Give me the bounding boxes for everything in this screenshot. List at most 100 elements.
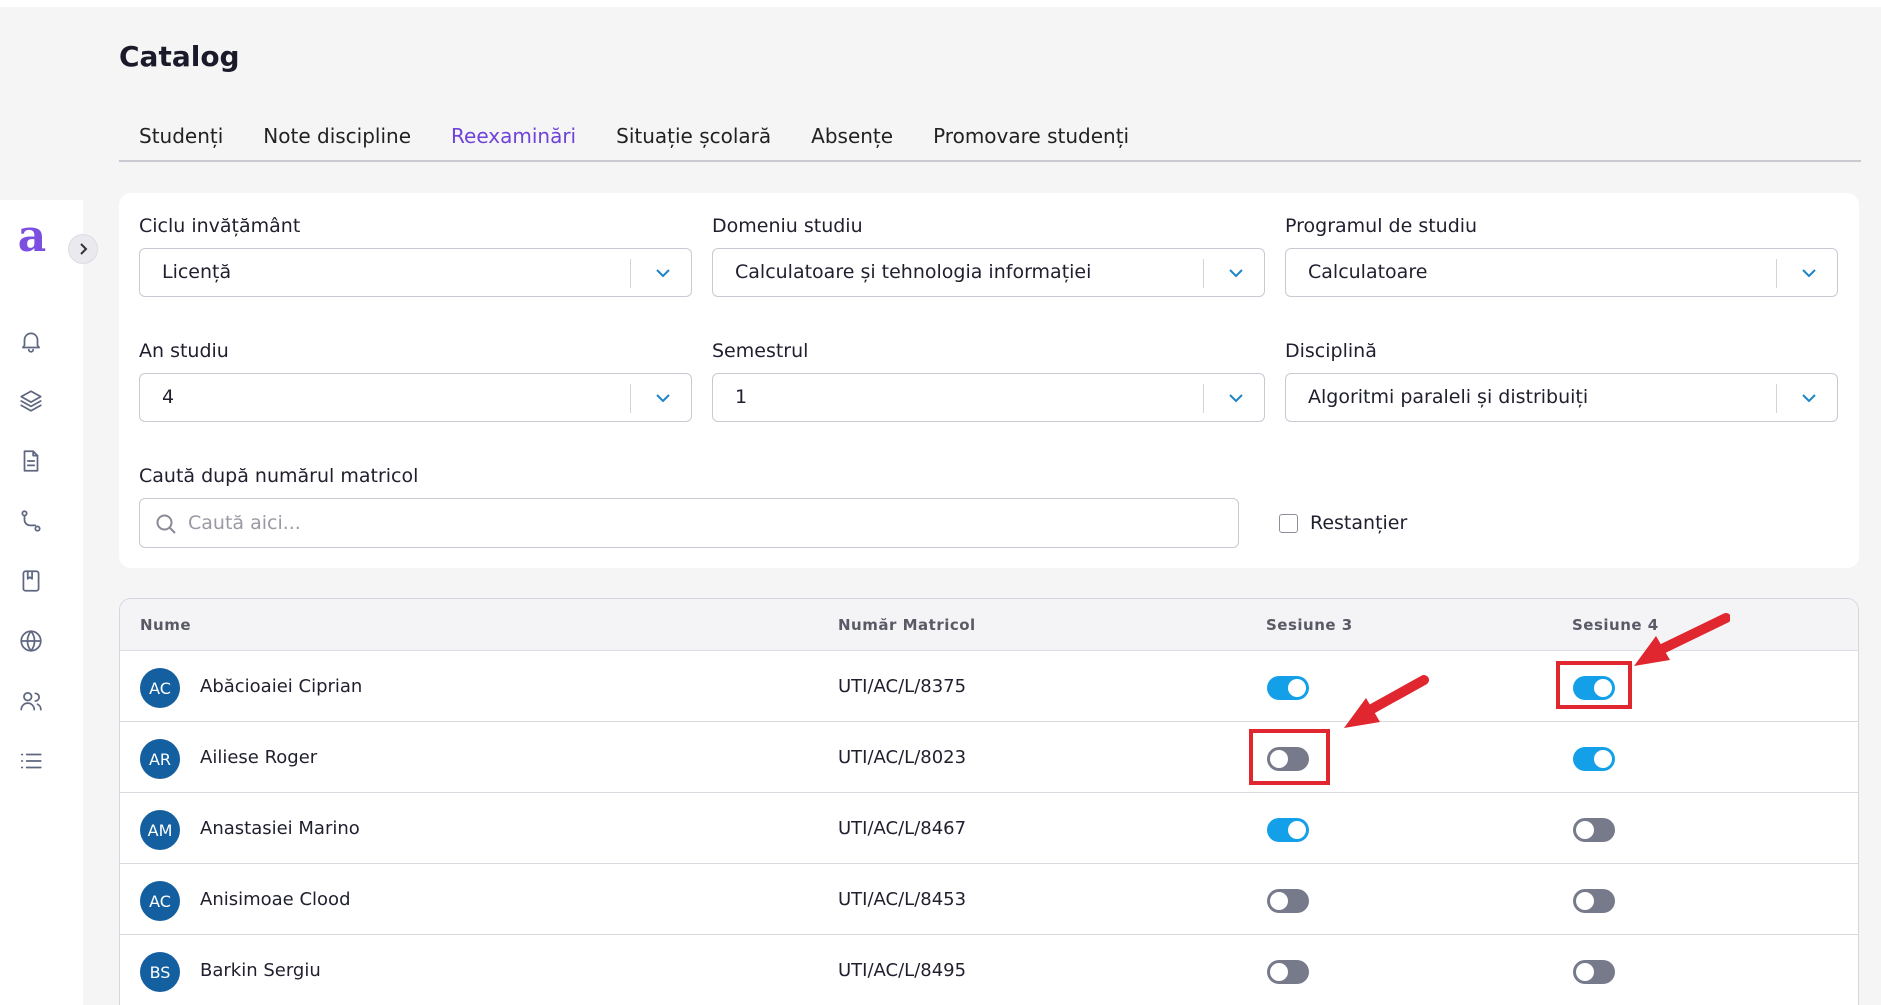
disciplina-value: Algoritmi paraleli și distribuiți (1308, 386, 1589, 408)
sesiune-4-toggle[interactable] (1573, 889, 1615, 913)
chevron-down-icon[interactable] (1797, 386, 1821, 410)
tab-absente[interactable]: Absențe (791, 118, 913, 160)
search-input[interactable] (188, 507, 1218, 539)
program-select[interactable]: Calculatoare (1285, 248, 1838, 297)
annotation-arrow-icon (1634, 613, 1730, 666)
chevron-down-icon[interactable] (651, 261, 675, 285)
top-strip (0, 0, 1881, 7)
student-name: Anisimoae Clood (200, 889, 351, 910)
tab-bar: Studenți Note discipline Reexaminări Sit… (119, 118, 1861, 162)
toggle-knob (1576, 892, 1594, 910)
select-divider (1203, 259, 1204, 288)
users-icon (20, 692, 42, 711)
student-matricol: UTI/AC/L/8453 (838, 889, 967, 910)
chevron-down-icon[interactable] (1797, 261, 1821, 285)
chevron-right-icon (80, 243, 88, 255)
sesiune-4-toggle[interactable] (1573, 818, 1615, 842)
avatar: AC (140, 668, 180, 708)
restantier-option: Restanțier (1279, 508, 1407, 538)
restantier-label: Restanțier (1310, 512, 1408, 534)
sidebar-item-globe[interactable] (17, 627, 45, 655)
filter-panel: Ciclu invățământ Licență Domeniu studiu … (119, 193, 1859, 568)
highlight-box-sesiune-4 (1556, 661, 1632, 709)
domeniu-select[interactable]: Calculatoare și tehnologia informației (712, 248, 1265, 297)
sesiune-3-toggle[interactable] (1267, 818, 1309, 842)
semestru-label: Semestrul (712, 340, 809, 362)
sesiune-3-toggle[interactable] (1267, 960, 1309, 984)
student-matricol: UTI/AC/L/8375 (838, 676, 967, 697)
chevron-down-icon[interactable] (1224, 261, 1248, 285)
sidebar-item-routes[interactable] (17, 507, 45, 535)
toggle-knob (1576, 963, 1594, 981)
avatar: AC (140, 881, 180, 921)
highlight-box-sesiune-3 (1249, 729, 1330, 785)
list-icon (20, 753, 42, 769)
tab-studenti[interactable]: Studenți (119, 118, 243, 160)
student-name: Barkin Sergiu (200, 960, 321, 981)
select-divider (1203, 384, 1204, 413)
restantier-checkbox[interactable] (1279, 513, 1298, 533)
sesiune-4-toggle[interactable] (1573, 960, 1615, 984)
chevron-down-icon[interactable] (1224, 386, 1248, 410)
student-name: Abăcioaiei Ciprian (200, 676, 363, 697)
sidebar-item-list[interactable] (17, 747, 45, 775)
sidebar-item-layers[interactable] (17, 387, 45, 415)
document-icon (23, 450, 39, 472)
students-table: Nume Număr Matricol Sesiune 3 Sesiune 4 … (119, 598, 1859, 1005)
toggle-knob (1288, 821, 1306, 839)
select-divider (1776, 259, 1777, 288)
disciplina-select[interactable]: Algoritmi paraleli și distribuiți (1285, 373, 1838, 422)
sesiune-3-toggle[interactable] (1267, 889, 1309, 913)
annotation-arrow-icon (1344, 675, 1429, 728)
disciplina-label: Disciplină (1285, 340, 1377, 362)
student-name: Ailiese Roger (200, 747, 318, 768)
tab-promovare-studenti[interactable]: Promovare studenți (913, 118, 1149, 160)
globe-icon (20, 630, 42, 652)
domeniu-label: Domeniu studiu (712, 215, 863, 237)
sidebar-item-notifications[interactable] (17, 327, 45, 355)
search-label: Caută după numărul matricol (139, 465, 419, 487)
an-value: 4 (162, 386, 175, 408)
select-divider (630, 259, 631, 288)
sesiune-4-toggle[interactable] (1573, 747, 1615, 771)
bell-icon (22, 332, 40, 353)
toggle-knob (1270, 963, 1288, 981)
table-header: Nume Număr Matricol Sesiune 3 Sesiune 4 (120, 599, 1858, 651)
tab-reexaminari[interactable]: Reexaminări (431, 118, 596, 160)
book-icon (22, 570, 40, 592)
program-label: Programul de studiu (1285, 215, 1478, 237)
avatar: AR (140, 739, 180, 779)
an-select[interactable]: 4 (139, 373, 692, 422)
sidebar-item-users[interactable] (17, 687, 45, 715)
semestru-value: 1 (735, 386, 748, 408)
semestru-select[interactable]: 1 (712, 373, 1265, 422)
student-matricol: UTI/AC/L/8467 (838, 818, 967, 839)
avatar: BS (140, 952, 180, 992)
sidebar-item-documents[interactable] (17, 447, 45, 475)
ciclu-select[interactable]: Licență (139, 248, 692, 297)
tab-note-discipline[interactable]: Note discipline (243, 118, 431, 160)
toggle-knob (1576, 821, 1594, 839)
program-value: Calculatoare (1308, 261, 1428, 283)
avatar: AM (140, 810, 180, 850)
header-nume[interactable]: Nume (140, 616, 191, 634)
search-field (139, 498, 1239, 548)
route-icon (21, 510, 41, 532)
domeniu-value: Calculatoare și tehnologia informației (735, 261, 1092, 283)
select-divider (630, 384, 631, 413)
table-row: BS Barkin Sergiu UTI/AC/L/8495 (120, 935, 1858, 1005)
ciclu-value: Licență (162, 261, 232, 283)
tab-situatie-scolara[interactable]: Situație școlară (596, 118, 791, 160)
sidebar: a (0, 200, 98, 1005)
sidebar-expand-button[interactable] (68, 234, 98, 264)
chevron-down-icon[interactable] (651, 386, 675, 410)
app-logo[interactable]: a (12, 212, 52, 262)
student-name: Anastasiei Marino (200, 818, 360, 839)
student-matricol: UTI/AC/L/8023 (838, 747, 967, 768)
toggle-knob (1288, 679, 1306, 697)
sesiune-3-toggle[interactable] (1267, 676, 1309, 700)
header-sesiune-3[interactable]: Sesiune 3 (1266, 616, 1353, 634)
sidebar-item-book[interactable] (17, 567, 45, 595)
an-label: An studiu (139, 340, 229, 362)
header-matricol[interactable]: Număr Matricol (838, 616, 976, 634)
